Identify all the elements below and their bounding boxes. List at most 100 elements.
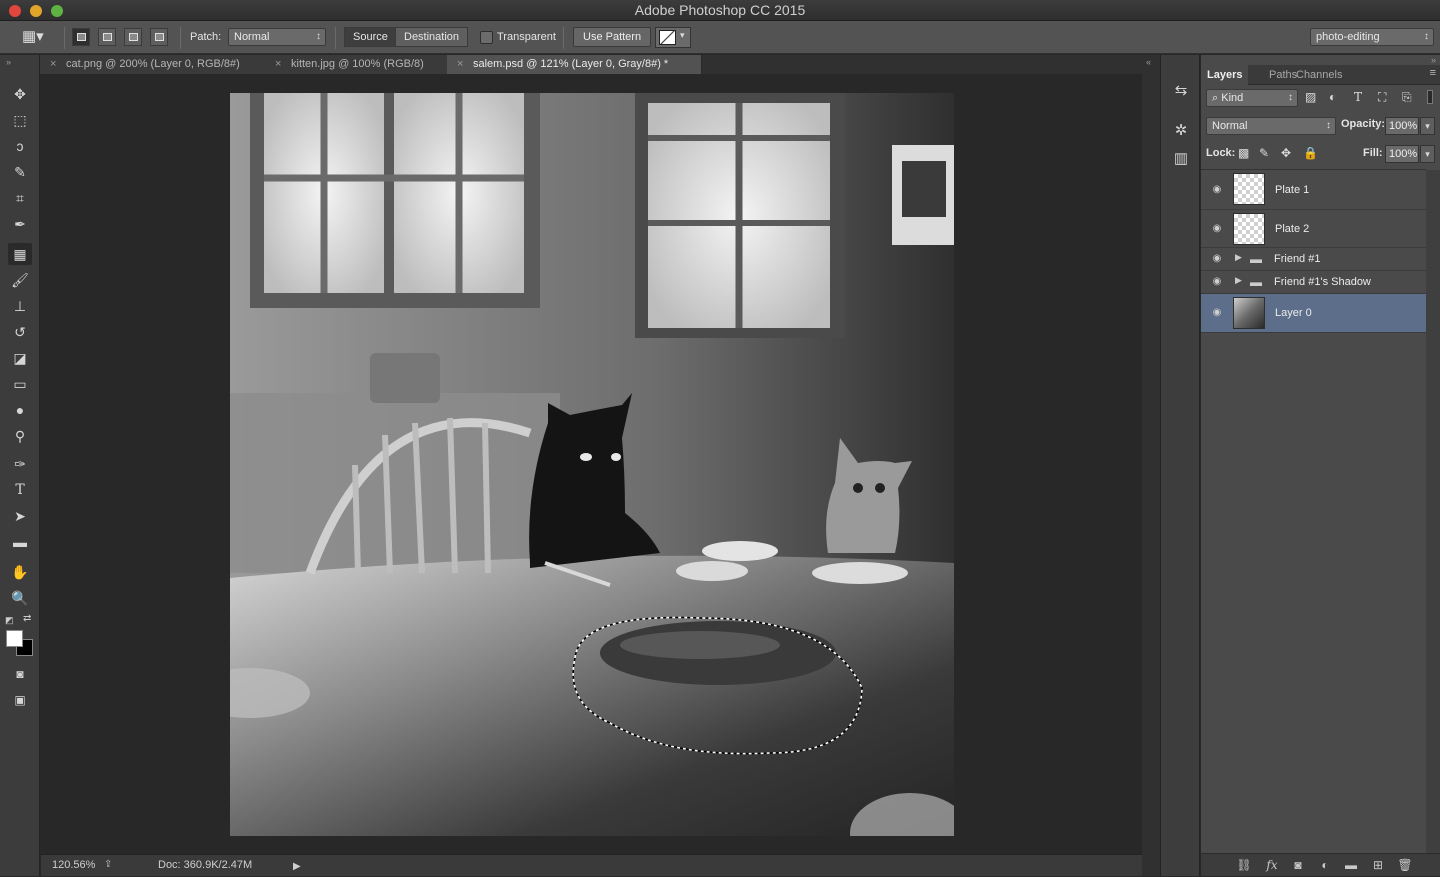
tab-layers[interactable]: Layers: [1201, 65, 1249, 85]
close-tab-icon[interactable]: ×: [275, 55, 281, 74]
document-canvas-image[interactable]: [230, 93, 954, 836]
maximize-window-button[interactable]: [51, 5, 63, 17]
patch-tool-icon[interactable]: ▦: [8, 243, 32, 265]
trash-icon[interactable]: 🗑: [1396, 857, 1414, 873]
close-tab-icon[interactable]: ×: [457, 55, 463, 74]
patch-tool-preset-icon[interactable]: ▦▾: [22, 27, 44, 47]
shape-filter-icon[interactable]: ⛶: [1378, 90, 1386, 105]
link-layers-icon[interactable]: ⛓: [1235, 857, 1253, 873]
default-colors-icon[interactable]: ◩: [5, 615, 14, 626]
pen-tool-icon[interactable]: ✑: [8, 453, 32, 475]
collapse-arrows-icon[interactable]: «: [1146, 57, 1151, 67]
doc-tab-salem[interactable]: × salem.psd @ 121% (Layer 0, Gray/8#) *: [447, 55, 702, 74]
crop-tool-icon[interactable]: ⌗: [8, 187, 32, 209]
eye-icon[interactable]: ◉: [1210, 276, 1224, 288]
swap-colors-icon[interactable]: ⇄: [23, 613, 31, 624]
pixel-filter-icon[interactable]: ▨: [1305, 90, 1316, 104]
doc-tab-cat[interactable]: × cat.png @ 200% (Layer 0, RGB/8#): [40, 55, 268, 74]
collapse-arrows-icon[interactable]: »: [6, 57, 11, 67]
close-window-button[interactable]: [9, 5, 21, 17]
zoom-level[interactable]: 120.56%: [52, 855, 95, 875]
close-tab-icon[interactable]: ×: [50, 55, 56, 74]
layer-name: Plate 2: [1275, 223, 1310, 235]
layer-thumbnail: [1233, 297, 1265, 329]
patch-mode-select[interactable]: Normal: [228, 28, 326, 46]
fill-dropdown[interactable]: ▾: [1420, 145, 1435, 163]
status-menu-arrow-icon[interactable]: ▶: [293, 857, 301, 877]
lock-label: Lock:: [1206, 147, 1236, 159]
intersect-selection-button[interactable]: [150, 28, 168, 46]
layer-row-plate-2[interactable]: ◉ Plate 2: [1201, 210, 1426, 248]
title-bar: Adobe Photoshop CC 2015: [0, 0, 1440, 21]
zoom-tool-icon[interactable]: 🔍: [8, 587, 32, 609]
smart-object-filter-icon[interactable]: ⎘: [1402, 90, 1412, 105]
move-tool-icon[interactable]: ✥: [8, 83, 32, 105]
fx-icon[interactable]: fx: [1263, 857, 1281, 873]
minimize-window-button[interactable]: [30, 5, 42, 17]
hand-tool-icon[interactable]: ✋: [8, 561, 32, 583]
doc-tab-kitten[interactable]: × kitten.jpg @ 100% (RGB/8): [265, 55, 448, 74]
adjustment-filter-icon[interactable]: ◐: [1329, 90, 1336, 104]
lock-transparent-icon[interactable]: ▩: [1238, 146, 1249, 160]
add-to-selection-button[interactable]: [98, 28, 116, 46]
lock-position-icon[interactable]: ✥: [1281, 146, 1291, 160]
brush-tool-icon[interactable]: 🖌: [8, 269, 32, 291]
new-selection-button[interactable]: [72, 28, 90, 46]
brush-presets-panel-icon[interactable]: ▥: [1171, 149, 1191, 169]
opacity-dropdown[interactable]: ▾: [1420, 117, 1435, 135]
fill-input[interactable]: 100%: [1385, 145, 1419, 163]
add-mask-icon[interactable]: ◙: [1289, 857, 1307, 873]
eye-icon[interactable]: ◉: [1210, 307, 1224, 319]
clone-stamp-tool-icon[interactable]: ⊥: [8, 295, 32, 317]
eye-icon[interactable]: ◉: [1210, 253, 1224, 265]
expand-group-icon[interactable]: ▶: [1235, 275, 1242, 286]
tab-channels[interactable]: Channels: [1290, 65, 1348, 85]
history-brush-tool-icon[interactable]: ↺: [8, 321, 32, 343]
destination-button[interactable]: Destination: [395, 27, 469, 47]
adjustment-layer-icon[interactable]: ◐: [1316, 857, 1334, 873]
quick-selection-tool-icon[interactable]: ✎: [8, 161, 32, 183]
new-layer-icon[interactable]: ⊞: [1369, 857, 1387, 873]
screen-mode-icon[interactable]: ▣: [8, 689, 32, 711]
layer-row-friend-1-shadow-group[interactable]: ◉ ▶ ▬ Friend #1's Shadow: [1201, 271, 1426, 294]
transparent-checkbox[interactable]: [480, 31, 493, 44]
pattern-picker[interactable]: ▾: [655, 27, 691, 48]
marquee-tool-icon[interactable]: ⬚: [8, 109, 32, 131]
lock-all-icon[interactable]: 🔒: [1303, 146, 1318, 160]
rectangle-tool-icon[interactable]: ▬: [8, 531, 32, 553]
layer-row-layer-0[interactable]: ◉ Layer 0: [1201, 294, 1426, 333]
eyedropper-tool-icon[interactable]: ✒: [8, 213, 32, 235]
lock-image-icon[interactable]: ✎: [1259, 146, 1269, 160]
workspace-select[interactable]: photo-editing: [1310, 28, 1434, 46]
filter-toggle[interactable]: [1427, 90, 1433, 104]
type-tool-icon[interactable]: T: [8, 479, 32, 501]
history-panel-icon[interactable]: ⇆: [1171, 81, 1191, 101]
gradient-tool-icon[interactable]: ▭: [8, 373, 32, 395]
type-filter-icon[interactable]: T: [1354, 90, 1362, 104]
new-group-icon[interactable]: ▬: [1342, 857, 1360, 873]
layers-scrollbar[interactable]: [1426, 170, 1440, 853]
lasso-tool-icon[interactable]: ↄ: [8, 135, 32, 157]
quick-mask-icon[interactable]: ◙: [8, 663, 32, 685]
panel-dock-gutter: «: [1142, 55, 1160, 876]
blend-mode-select[interactable]: Normal: [1206, 117, 1336, 135]
collapse-arrows-icon[interactable]: »: [1431, 55, 1436, 65]
path-selection-tool-icon[interactable]: ➤: [8, 505, 32, 527]
panel-menu-icon[interactable]: ≡: [1430, 67, 1436, 79]
opacity-input[interactable]: 100%: [1385, 117, 1419, 135]
adjustments-panel-icon[interactable]: ✲: [1171, 121, 1191, 141]
eye-icon[interactable]: ◉: [1210, 184, 1224, 196]
source-button[interactable]: Source: [344, 27, 397, 47]
expand-group-icon[interactable]: ▶: [1235, 252, 1242, 263]
use-pattern-button[interactable]: Use Pattern: [573, 27, 652, 47]
layer-row-friend-1-group[interactable]: ◉ ▶ ▬ Friend #1: [1201, 248, 1426, 271]
dodge-tool-icon[interactable]: ⚲: [8, 425, 32, 447]
foreground-color-swatch[interactable]: [6, 630, 23, 647]
filter-kind-select[interactable]: ⌕ Kind: [1206, 89, 1298, 107]
subtract-from-selection-button[interactable]: [124, 28, 142, 46]
layer-row-plate-1[interactable]: ◉ Plate 1: [1201, 170, 1426, 210]
share-icon[interactable]: ⇪: [104, 855, 112, 875]
blur-tool-icon[interactable]: ●: [8, 399, 32, 421]
eye-icon[interactable]: ◉: [1210, 223, 1224, 235]
eraser-tool-icon[interactable]: ◪: [8, 347, 32, 369]
